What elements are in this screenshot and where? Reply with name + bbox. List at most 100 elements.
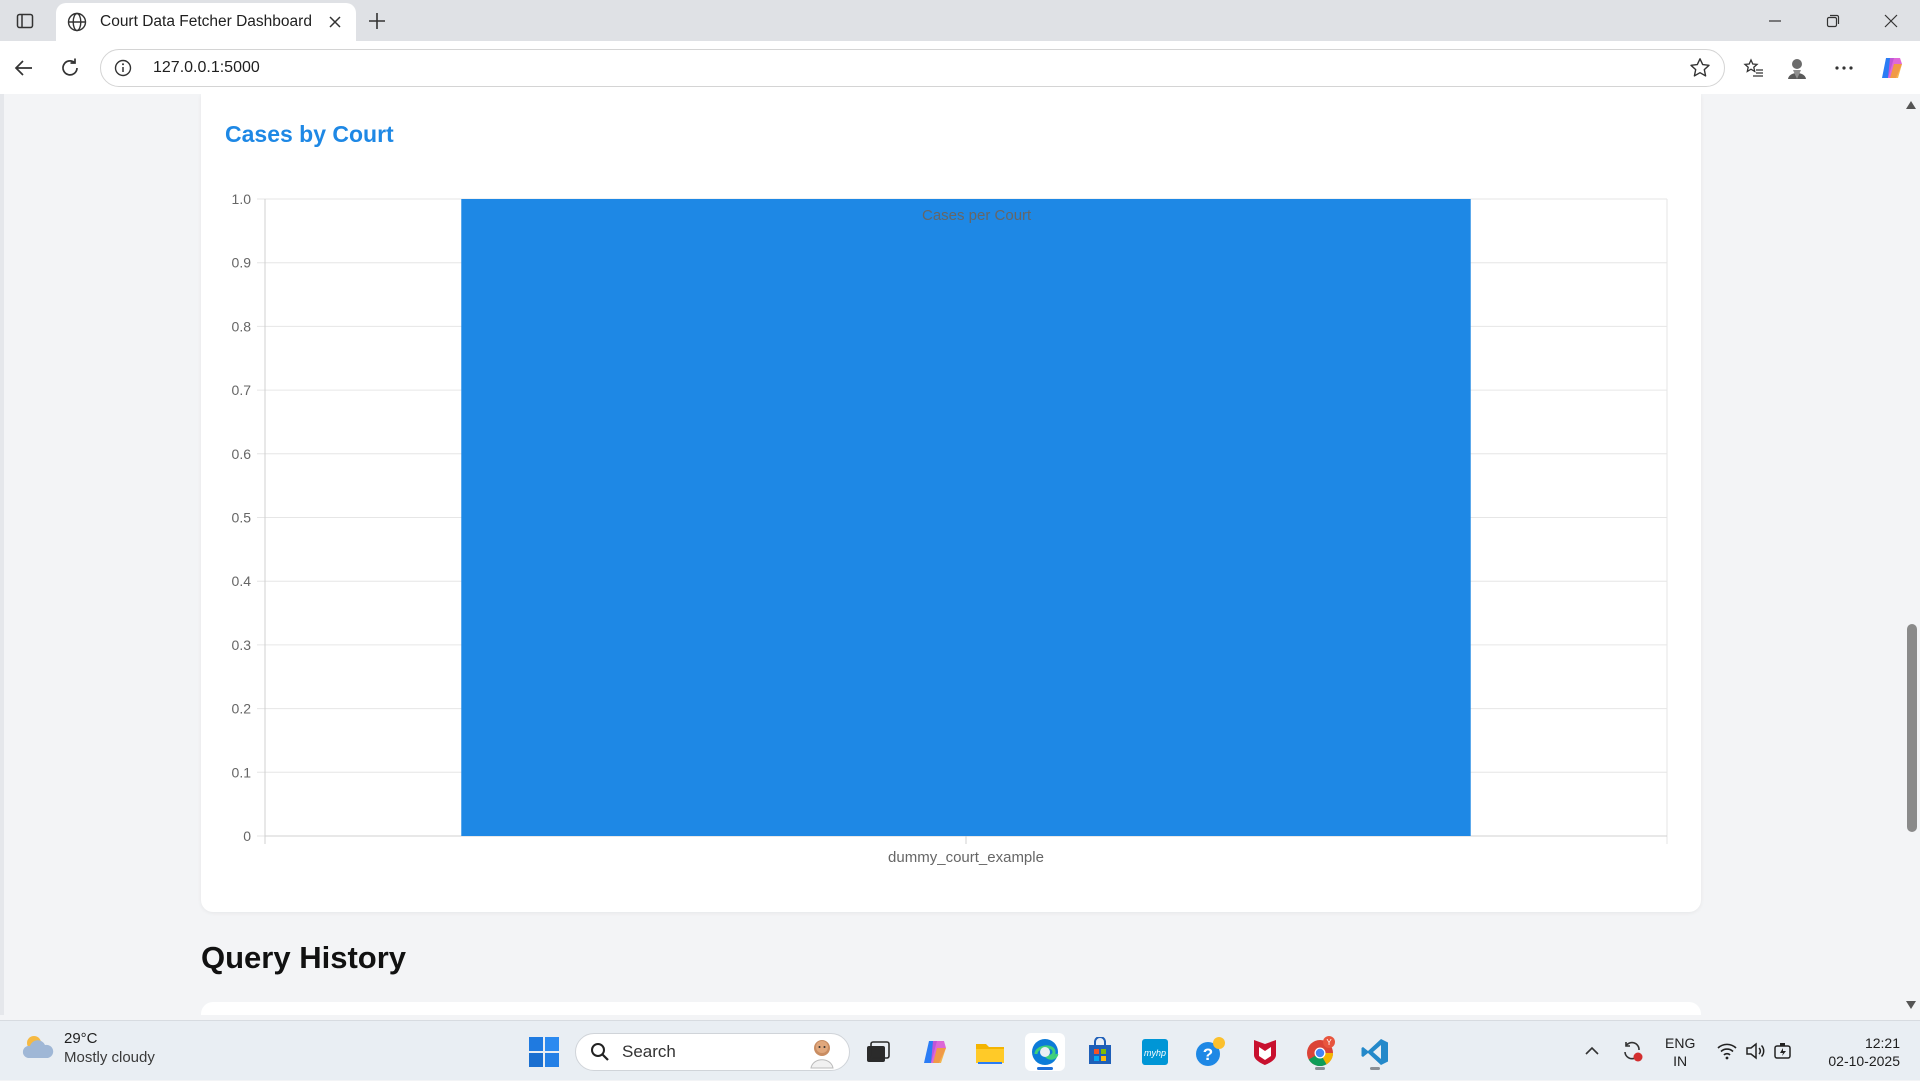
more-dots-icon xyxy=(1835,66,1853,70)
favorites-list-icon xyxy=(1743,58,1763,77)
profile-button[interactable] xyxy=(1779,50,1815,86)
cases-bar-chart: 0 0.1 0.2 0.3 0.4 0.5 0.6 0.7 0.8 0.9 1.0 dummy_cou… xyxy=(232,191,1668,866)
cloudy-weather-icon xyxy=(22,1036,54,1058)
wifi-icon xyxy=(1717,1043,1737,1060)
y-tick-label: 0.7 xyxy=(232,382,252,398)
search-highlight-icon xyxy=(810,1040,834,1069)
browser-toolbar: 127.0.0.1:5000 xyxy=(0,41,1920,94)
chrome-badge: Y xyxy=(1326,1038,1332,1047)
edge-icon xyxy=(1032,1039,1059,1065)
wifi-button[interactable] xyxy=(1714,1021,1740,1081)
mcafee-button[interactable] xyxy=(1245,1033,1285,1071)
avatar xyxy=(1788,59,1806,79)
y-tick-label: 0 xyxy=(243,828,251,844)
y-tick-label: 0.3 xyxy=(232,637,252,653)
chevron-up-icon xyxy=(1585,1046,1599,1055)
scrollbar-thumb[interactable] xyxy=(1907,624,1917,832)
region-code: IN xyxy=(1673,1053,1688,1069)
mcafee-shield-icon xyxy=(1254,1040,1276,1065)
copilot-icon xyxy=(1882,58,1902,78)
running-indicator xyxy=(1315,1067,1325,1070)
close-tab-button[interactable] xyxy=(324,11,346,33)
search-label: Search xyxy=(622,1042,676,1061)
folder-icon xyxy=(976,1044,1004,1064)
volume-button[interactable] xyxy=(1742,1021,1768,1081)
close-window-button[interactable] xyxy=(1862,0,1920,41)
search-icon xyxy=(591,1043,609,1061)
new-tab-button[interactable] xyxy=(364,8,390,34)
clock-date: 02-10-2025 xyxy=(1828,1053,1900,1069)
x-tick-label: dummy_court_example xyxy=(888,849,1044,866)
y-tick-label: 1.0 xyxy=(232,191,252,207)
bar[interactable] xyxy=(461,199,1471,836)
globe-icon xyxy=(67,12,87,32)
weather-widget[interactable]: 29°C Mostly cloudy xyxy=(20,1029,155,1067)
legend-swatch[interactable] xyxy=(864,207,914,223)
query-history-card xyxy=(201,1002,1701,1015)
y-tick-label: 0.2 xyxy=(232,701,252,717)
tab-title: Court Data Fetcher Dashboard xyxy=(100,13,312,30)
page-scrollbar[interactable] xyxy=(1902,94,1920,1015)
browser-tab-active[interactable]: Court Data Fetcher Dashboard xyxy=(56,3,356,41)
taskbar-search[interactable]: Search xyxy=(575,1033,850,1071)
temperature: 29°C xyxy=(64,1030,98,1047)
y-tick-label: 0.6 xyxy=(232,446,252,462)
svg-text:?: ? xyxy=(1203,1045,1213,1064)
edge-browser-button[interactable] xyxy=(1025,1033,1065,1071)
battery-charging-icon xyxy=(1774,1043,1791,1059)
plus-icon xyxy=(369,13,385,29)
system-clock[interactable]: 12:21 02-10-2025 xyxy=(1810,1034,1900,1070)
sync-status-button[interactable] xyxy=(1618,1021,1646,1081)
task-view-button[interactable] xyxy=(858,1033,898,1071)
y-tick-label: 0.1 xyxy=(232,764,252,780)
favorites-button[interactable] xyxy=(1736,50,1772,86)
vscode-button[interactable] xyxy=(1355,1033,1395,1071)
clock-time: 12:21 xyxy=(1864,1035,1900,1051)
url-text[interactable]: 127.0.0.1:5000 xyxy=(153,59,1688,77)
windows-taskbar: 29°C Mostly cloudy Search myhp ? Y ENG I… xyxy=(0,1020,1920,1080)
windows-start-icon[interactable] xyxy=(527,1035,561,1069)
scroll-down-arrow-icon[interactable] xyxy=(1906,1001,1916,1009)
svg-text:myhp: myhp xyxy=(1144,1048,1166,1058)
query-history-title: Query History xyxy=(201,940,407,975)
myhp-icon: myhp xyxy=(1142,1039,1168,1065)
scroll-up-arrow-icon[interactable] xyxy=(1906,101,1916,109)
speaker-icon xyxy=(1746,1042,1765,1060)
more-options-button[interactable] xyxy=(1826,50,1862,86)
page-left-edge xyxy=(0,94,4,1015)
address-bar[interactable]: 127.0.0.1:5000 xyxy=(100,49,1725,87)
sync-alert-icon xyxy=(1624,1041,1643,1062)
refresh-icon xyxy=(62,58,78,76)
chrome-button[interactable]: Y xyxy=(1300,1033,1340,1071)
help-icon: ? xyxy=(1196,1037,1225,1066)
copilot-app-button[interactable] xyxy=(915,1033,955,1071)
restore-icon xyxy=(1826,14,1840,27)
language-indicator[interactable]: ENG IN xyxy=(1665,1034,1695,1070)
show-hidden-icons-button[interactable] xyxy=(1580,1021,1604,1081)
legend-label[interactable]: Cases per Court xyxy=(922,207,1032,224)
minimize-icon xyxy=(1769,19,1781,22)
tab-strip: Court Data Fetcher Dashboard xyxy=(0,0,1920,41)
file-explorer-button[interactable] xyxy=(970,1033,1010,1071)
running-indicator xyxy=(1037,1067,1053,1070)
favorite-star-icon[interactable] xyxy=(1688,56,1712,80)
myhp-button[interactable]: myhp xyxy=(1135,1033,1175,1071)
site-info-icon[interactable] xyxy=(113,58,133,78)
battery-button[interactable] xyxy=(1770,1021,1796,1081)
vscode-icon xyxy=(1361,1039,1388,1065)
refresh-button[interactable] xyxy=(52,50,88,86)
back-button[interactable] xyxy=(6,50,42,86)
y-tick-label: 0.9 xyxy=(232,255,252,271)
restore-button[interactable] xyxy=(1804,0,1862,41)
copilot-icon xyxy=(924,1041,946,1063)
tab-actions-button[interactable] xyxy=(12,8,38,34)
microsoft-store-button[interactable] xyxy=(1080,1033,1120,1071)
task-view-icon xyxy=(867,1041,890,1062)
minimize-button[interactable] xyxy=(1746,0,1804,41)
page-viewport: Cases by Court 0 0.1 0.2 0.3 0.4 0.5 0.6 0.7 0.8… xyxy=(0,94,1920,1015)
help-app-button[interactable]: ? xyxy=(1190,1033,1230,1071)
copilot-button[interactable] xyxy=(1874,50,1910,86)
y-tick-label: 0.5 xyxy=(232,510,252,526)
chart-card: Cases by Court 0 0.1 0.2 0.3 0.4 0.5 0.6 0.7 0.8… xyxy=(201,94,1701,912)
sidebar-toggle-icon xyxy=(16,13,34,29)
